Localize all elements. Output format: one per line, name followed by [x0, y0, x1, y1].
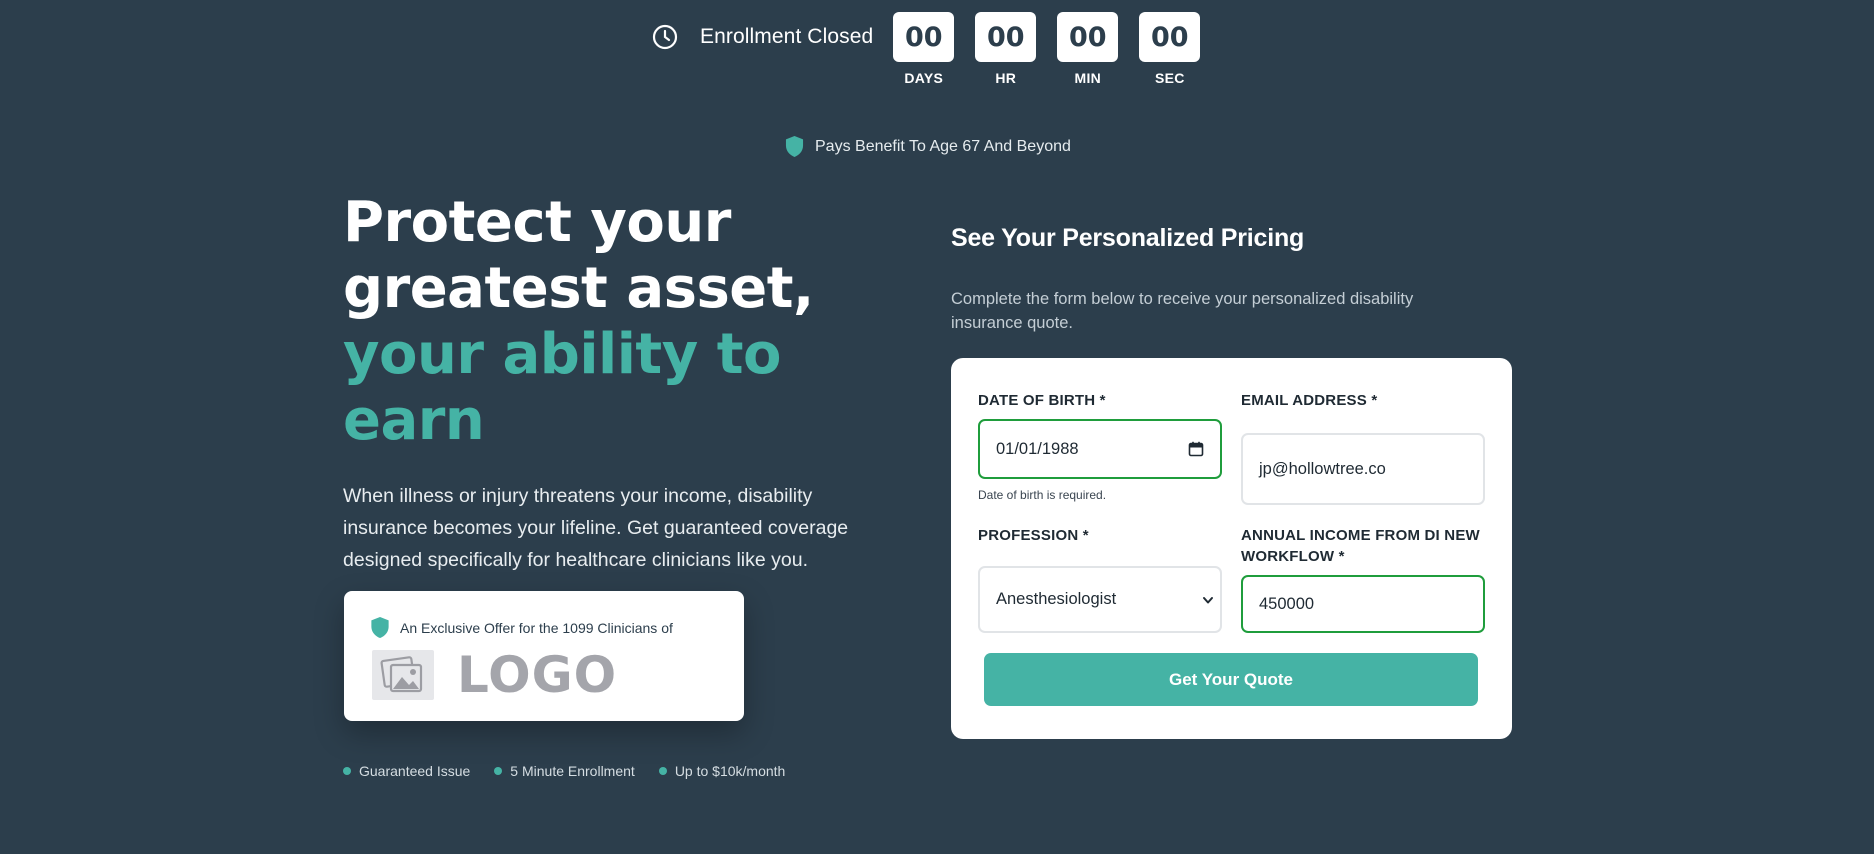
countdown-minutes-label: MIN: [1074, 70, 1102, 86]
quote-form: DATE OF BIRTH * 01/01/1988 Date of birth…: [951, 358, 1512, 739]
hero-title-line: Protect your: [343, 190, 731, 255]
hero-title-accent-line: earn: [343, 388, 485, 453]
dob-label: DATE OF BIRTH *: [978, 392, 1106, 409]
logo-text: LOGO: [457, 646, 618, 704]
form-title: See Your Personalized Pricing: [951, 224, 1305, 252]
dob-value: 01/01/1988: [996, 439, 1079, 458]
image-icon: [372, 650, 434, 700]
countdown-hours-label: HR: [995, 70, 1017, 86]
email-label: EMAIL ADDRESS *: [1241, 392, 1378, 409]
profession-value: Anesthesiologist: [996, 590, 1117, 608]
email-value: jp@hollowtree.co: [1259, 459, 1386, 478]
countdown-days: 00 DAYS: [893, 12, 955, 86]
income-label: ANNUAL INCOME FROM DI NEW WORKFLOW *: [1241, 527, 1480, 565]
countdown-days-label: DAYS: [904, 70, 944, 86]
email-field[interactable]: jp@hollowtree.co: [1241, 433, 1485, 505]
offer-header: An Exclusive Offer for the 1099 Clinicia…: [370, 616, 673, 639]
countdown-status: Enrollment Closed: [652, 12, 873, 62]
hero-title-line: greatest asset,: [343, 256, 814, 321]
feature-item: Up to $10k/month: [658, 763, 786, 779]
countdown-status-text: Enrollment Closed: [700, 25, 874, 48]
countdown-seconds-value: 00: [1139, 12, 1201, 62]
get-quote-button[interactable]: Get Your Quote: [984, 653, 1478, 706]
countdown-seconds-label: SEC: [1154, 70, 1185, 86]
countdown-hours-value: 00: [975, 12, 1037, 62]
bullet-dot: [343, 767, 351, 775]
hero-title: Protect your greatest asset, your abilit…: [343, 190, 863, 454]
clock-icon: [652, 24, 678, 50]
countdown-minutes: 00 MIN: [1057, 12, 1119, 86]
calendar-icon[interactable]: [1188, 441, 1204, 457]
feature-item: 5 Minute Enrollment: [494, 763, 635, 779]
partner-logo: LOGO: [372, 646, 617, 704]
countdown-seconds: 00 SEC: [1139, 12, 1201, 86]
countdown-minutes-value: 00: [1057, 12, 1119, 62]
enrollment-countdown: Enrollment Closed 00 DAYS 00 HR 00 MIN 0…: [652, 12, 1221, 86]
dob-error: Date of birth is required.: [978, 488, 1107, 502]
bullet-dot: [658, 767, 667, 775]
benefit-badge: Pays Benefit To Age 67 And Beyond: [785, 135, 1071, 158]
profession-select[interactable]: Anesthesiologist: [978, 566, 1222, 633]
countdown-hours: 00 HR: [975, 12, 1037, 86]
feature-text: Up to $10k/month: [674, 763, 786, 779]
shield-icon: [785, 135, 804, 158]
income-value: 450000: [1259, 594, 1315, 613]
form-subtitle: Complete the form below to receive your …: [951, 290, 1414, 332]
benefit-text: Pays Benefit To Age 67 And Beyond: [815, 137, 1071, 155]
bullet-dot: [494, 767, 503, 775]
feature-text: 5 Minute Enrollment: [510, 763, 635, 779]
chevron-down-icon: [1202, 594, 1214, 606]
shield-icon: [370, 616, 390, 639]
countdown-days-value: 00: [893, 12, 955, 62]
hero-description: When illness or injury threatens your in…: [343, 485, 849, 571]
profession-label: PROFESSION *: [978, 527, 1089, 544]
feature-list: Guaranteed Issue 5 Minute Enrollment Up …: [343, 763, 809, 779]
feature-item: Guaranteed Issue: [343, 763, 470, 779]
hero-title-accent-line: your ability to: [343, 322, 781, 387]
income-field[interactable]: 450000: [1241, 575, 1485, 633]
feature-text: Guaranteed Issue: [359, 763, 471, 779]
exclusive-offer-card: An Exclusive Offer for the 1099 Clinicia…: [344, 591, 744, 721]
hero-section: Protect your greatest asset, your abilit…: [343, 190, 863, 576]
dob-field[interactable]: 01/01/1988: [978, 419, 1222, 479]
offer-text: An Exclusive Offer for the 1099 Clinicia…: [400, 619, 673, 636]
